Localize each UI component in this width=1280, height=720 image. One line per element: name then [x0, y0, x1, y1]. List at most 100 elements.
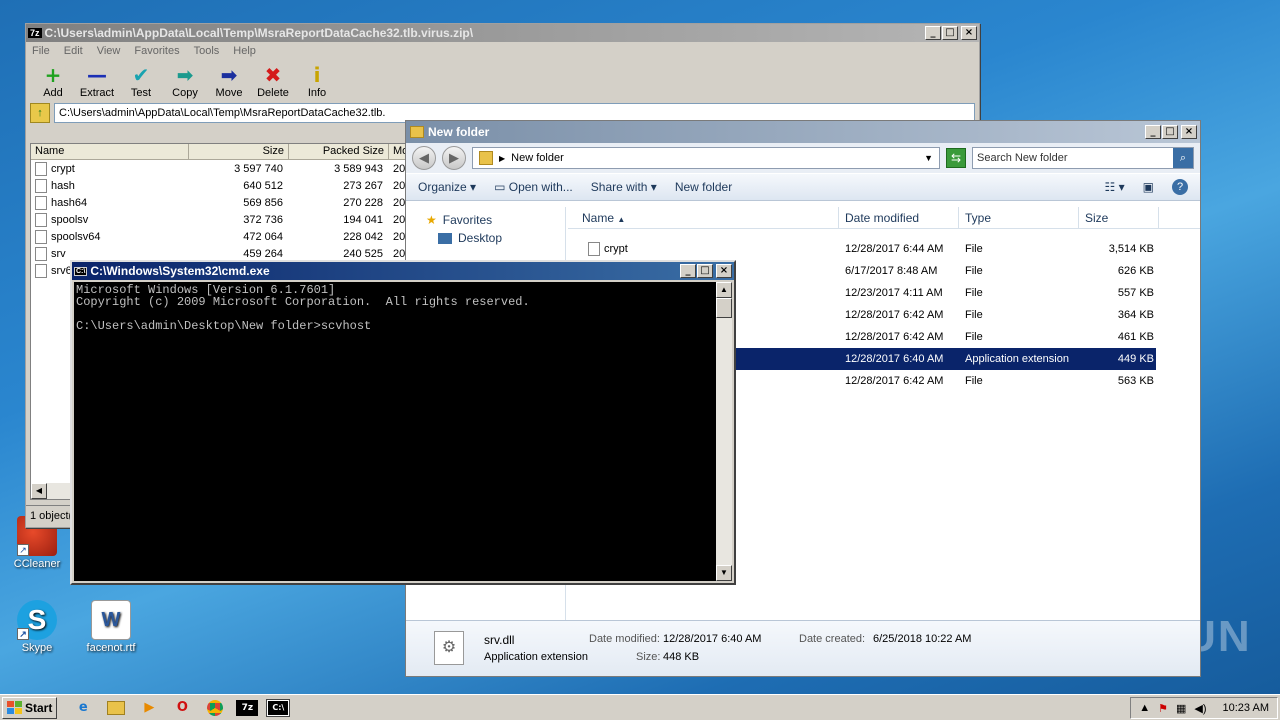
scroll-thumb[interactable] — [716, 298, 732, 318]
nav-desktop[interactable]: Desktop — [406, 227, 565, 245]
internet-explorer-icon[interactable]: e — [71, 697, 95, 719]
scroll-left-button[interactable]: ◀ — [31, 483, 47, 499]
column-header-name[interactable]: Name ▲ — [568, 207, 839, 228]
toolbar-add-button[interactable]: + Add — [32, 62, 74, 99]
menu-view[interactable]: View — [97, 45, 121, 57]
windows-logo-icon — [7, 701, 22, 714]
list-item[interactable]: crypt 12/28/2017 6:44 AM File 3,514 KB — [568, 238, 1156, 260]
column-header-packed-size[interactable]: Packed Size — [289, 144, 389, 159]
skype-icon: S ↗ — [17, 600, 57, 640]
taskbar: Start e ▶ O 7z C:\ ▲ ⚑ ▦ ◀) 10:23 AM — [0, 694, 1280, 720]
toolbar-extract-button[interactable]: — Extract — [76, 62, 118, 99]
chevron-up-icon[interactable]: ▲ — [1139, 702, 1150, 714]
preview-pane-icon[interactable]: ▣ — [1143, 180, 1154, 194]
search-icon[interactable]: ⌕ — [1173, 148, 1193, 168]
file-date: 6/17/2017 8:48 AM — [845, 265, 938, 277]
column-header-type[interactable]: Type — [959, 207, 1079, 228]
volume-icon[interactable]: ◀) — [1194, 702, 1206, 715]
column-header-size[interactable]: Size — [1079, 207, 1159, 228]
folder-icon — [410, 126, 424, 138]
desktop-icon-facenot[interactable]: W facenot.rtf — [76, 600, 146, 654]
column-header-date-modified[interactable]: Date modified — [839, 207, 959, 228]
minimize-button[interactable]: _ — [925, 26, 941, 40]
console-output[interactable]: Microsoft Windows [Version 6.1.7601] Cop… — [74, 282, 716, 581]
file-date: 12/28/2017 6:44 AM — [845, 243, 944, 255]
search-input[interactable]: Search New folder ⌕ — [972, 147, 1194, 169]
file-explorer-icon[interactable] — [104, 697, 128, 719]
menu-help[interactable]: Help — [233, 45, 256, 57]
open-with-button[interactable]: ▭ Open with... — [494, 180, 573, 194]
toolbar-copy-button[interactable]: ➡ Copy — [164, 62, 206, 99]
menu-edit[interactable]: Edit — [64, 45, 83, 57]
clock[interactable]: 10:23 AM — [1223, 702, 1269, 714]
network-icon[interactable]: ▦ — [1176, 702, 1186, 715]
action-center-icon[interactable]: ⚑ — [1158, 702, 1168, 715]
toolbar-test-button[interactable]: ✔ Test — [120, 62, 162, 99]
minimize-button[interactable]: _ — [680, 264, 696, 278]
file-icon — [588, 242, 600, 256]
sevenzip-taskbar-icon[interactable]: 7z — [236, 699, 259, 716]
chevron-down-icon[interactable]: ▼ — [924, 153, 933, 163]
column-header-name[interactable]: Name — [31, 144, 189, 159]
toolbar-move-button[interactable]: ➡ Move — [208, 62, 250, 99]
close-button[interactable]: × — [961, 26, 977, 40]
maximize-button[interactable]: □ — [697, 264, 713, 278]
maximize-button[interactable]: □ — [942, 26, 958, 40]
column-header-size[interactable]: Size — [189, 144, 289, 159]
share-with-button[interactable]: Share with ▾ — [591, 180, 657, 194]
back-button[interactable]: ◀ — [412, 146, 436, 170]
close-button[interactable]: × — [1181, 125, 1197, 139]
file-name: spoolsv — [51, 213, 89, 226]
file-date: 12/23/2017 4:11 AM — [845, 287, 943, 299]
cmd-titlebar[interactable]: C:\ C:\Windows\System32\cmd.exe _ □ × — [72, 262, 734, 280]
scroll-up-button[interactable]: ▲ — [716, 282, 732, 298]
help-icon[interactable]: ? — [1172, 179, 1188, 195]
toolbar-label: Move — [215, 87, 243, 99]
chrome-icon[interactable] — [203, 697, 227, 719]
menubar: File Edit View Favorites Tools Help — [26, 42, 979, 60]
start-button[interactable]: Start — [2, 696, 58, 719]
add-icon: + — [44, 63, 62, 87]
maximize-button[interactable]: □ — [1162, 125, 1178, 139]
nav-favorites[interactable]: ★ Favorites — [406, 207, 565, 227]
refresh-button[interactable]: ⇆ — [946, 148, 966, 168]
opera-icon[interactable]: O — [170, 697, 194, 719]
up-folder-icon[interactable]: ↑ — [30, 103, 50, 123]
forward-button[interactable]: ▶ — [442, 146, 466, 170]
new-folder-button[interactable]: New folder — [675, 180, 732, 194]
scroll-down-button[interactable]: ▼ — [716, 565, 732, 581]
dll-file-icon: ⚙ — [434, 631, 464, 665]
file-size: 626 KB — [1117, 265, 1154, 277]
vertical-scrollbar[interactable]: ▲ ▼ — [716, 282, 732, 581]
minimize-button[interactable]: _ — [1145, 125, 1161, 139]
organize-button[interactable]: Organize ▾ — [418, 180, 476, 194]
file-date: 12/28/2017 6:42 AM — [845, 309, 944, 321]
menu-file[interactable]: File — [32, 45, 50, 57]
address-text: C:\Users\admin\AppData\Local\Temp\MsraRe… — [59, 107, 386, 119]
sevenzip-titlebar[interactable]: 7z C:\Users\admin\AppData\Local\Temp\Msr… — [26, 24, 979, 42]
file-date: 12/28/2017 6:42 AM — [845, 375, 944, 387]
search-placeholder: Search New folder — [977, 152, 1068, 164]
file-name: spoolsv64 — [51, 230, 101, 243]
desktop-icon-skype[interactable]: S ↗ Skype — [2, 600, 72, 654]
breadcrumb[interactable]: ▶ New folder ▼ — [472, 147, 940, 169]
cmd-window[interactable]: C:\ C:\Windows\System32\cmd.exe _ □ × Mi… — [70, 260, 736, 585]
explorer-titlebar[interactable]: New folder _ □ × — [406, 121, 1200, 143]
file-type: File — [965, 287, 983, 299]
breadcrumb-item[interactable]: New folder — [511, 152, 564, 164]
close-button[interactable]: × — [716, 264, 732, 278]
file-packed-size: 240 525 — [343, 247, 383, 260]
file-size: 449 KB — [1117, 353, 1154, 365]
chevron-right-icon: ▶ — [499, 153, 506, 163]
toolbar-label: Extract — [79, 87, 115, 99]
media-player-icon[interactable]: ▶ — [137, 697, 161, 719]
view-options-icon[interactable]: ☷ ▾ — [1105, 180, 1125, 194]
menu-tools[interactable]: Tools — [194, 45, 220, 57]
cmd-taskbar-icon[interactable]: C:\ — [266, 698, 291, 717]
file-size: 372 736 — [243, 213, 283, 226]
horizontal-scrollbar[interactable]: ◀ — [31, 483, 73, 499]
toolbar-delete-button[interactable]: ✖ Delete — [252, 62, 294, 99]
move-icon: ➡ — [220, 63, 238, 87]
menu-favorites[interactable]: Favorites — [134, 45, 179, 57]
toolbar-info-button[interactable]: i Info — [296, 62, 338, 99]
